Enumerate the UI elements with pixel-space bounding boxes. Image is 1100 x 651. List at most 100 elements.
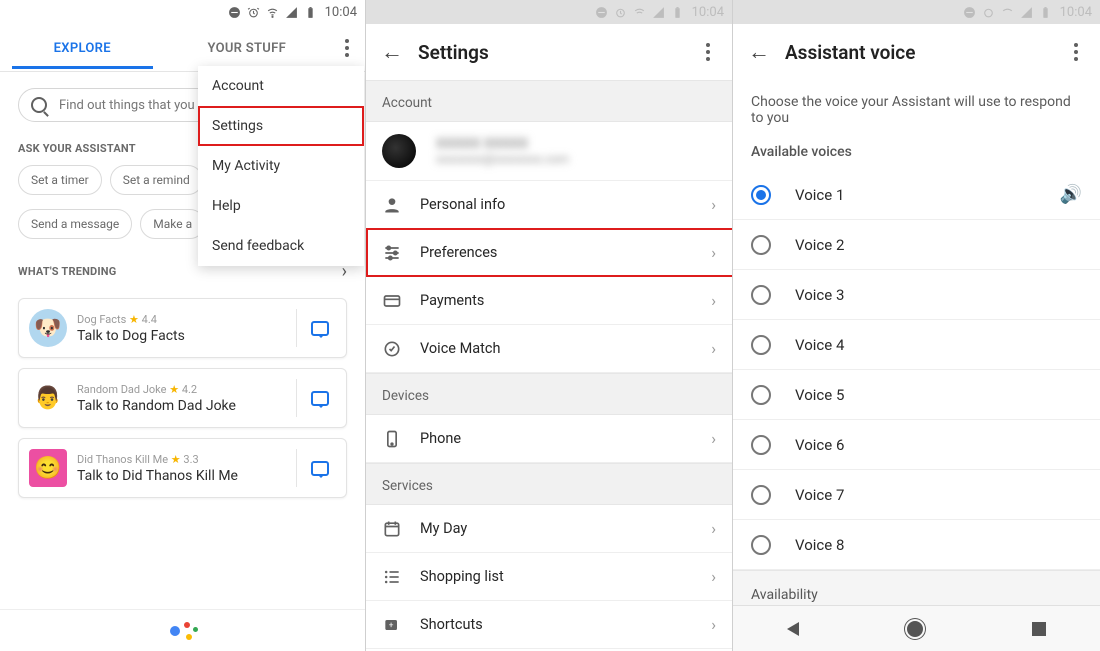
chevron-right-icon: › bbox=[711, 195, 716, 214]
search-placeholder: Find out things that you bbox=[59, 98, 195, 113]
radio-selected[interactable] bbox=[751, 185, 771, 205]
card-meta: Random Dad Joke ★ 4.2 bbox=[77, 383, 290, 396]
app-bar: ← Settings bbox=[366, 24, 732, 80]
assistant-logo-icon[interactable] bbox=[170, 618, 196, 644]
star-icon: ★ bbox=[171, 453, 181, 466]
chat-button[interactable] bbox=[296, 309, 342, 347]
signal-icon bbox=[285, 6, 298, 19]
settings-item-shopping-list[interactable]: Shopping list › bbox=[366, 553, 732, 601]
dnd-icon bbox=[963, 6, 976, 19]
voice-option[interactable]: Voice 7 bbox=[733, 470, 1100, 520]
settings-item-voice-match[interactable]: Voice Match › bbox=[366, 325, 732, 373]
card-avatar: 👨 bbox=[29, 379, 67, 417]
settings-item-payments[interactable]: Payments › bbox=[366, 277, 732, 325]
wifi-icon bbox=[633, 6, 646, 19]
overflow-menu-button[interactable] bbox=[329, 39, 365, 57]
voice-option[interactable]: Voice 1 🔊 bbox=[733, 170, 1100, 220]
radio-unselected[interactable] bbox=[751, 485, 771, 505]
settings-item-my-day[interactable]: My Day › bbox=[366, 505, 732, 553]
settings-item-preferences[interactable]: Preferences › bbox=[366, 229, 732, 277]
chip-make-call[interactable]: Make a bbox=[140, 209, 205, 239]
card-avatar: 🐶 bbox=[29, 309, 67, 347]
back-button[interactable]: ← bbox=[739, 39, 779, 65]
settings-item-shortcuts[interactable]: + Shortcuts › bbox=[366, 601, 732, 649]
tab-your-stuff[interactable]: YOUR STUFF bbox=[165, 27, 330, 68]
chevron-right-icon: › bbox=[711, 429, 716, 448]
voice-option[interactable]: Voice 8 bbox=[733, 520, 1100, 570]
chevron-right-icon: › bbox=[711, 291, 716, 310]
tab-bar: EXPLORE YOUR STUFF bbox=[0, 24, 365, 72]
nav-recent-button[interactable] bbox=[1032, 622, 1046, 636]
svg-text:+: + bbox=[389, 620, 394, 630]
person-icon bbox=[382, 195, 410, 215]
card-title: Talk to Dog Facts bbox=[77, 328, 290, 344]
battery-icon bbox=[671, 6, 684, 19]
voice-option[interactable]: Voice 4 bbox=[733, 320, 1100, 370]
radio-unselected[interactable] bbox=[751, 535, 771, 555]
menu-item-account[interactable]: Account bbox=[198, 66, 364, 106]
menu-item-activity[interactable]: My Activity bbox=[198, 146, 364, 186]
chat-button[interactable] bbox=[296, 449, 342, 487]
card-title: Talk to Did Thanos Kill Me bbox=[77, 468, 290, 484]
app-bar: ← Assistant voice bbox=[733, 24, 1100, 80]
overflow-menu-button[interactable] bbox=[690, 43, 726, 61]
shortcuts-icon: + bbox=[382, 615, 410, 635]
radio-unselected[interactable] bbox=[751, 435, 771, 455]
settings-item-phone[interactable]: Phone › bbox=[366, 415, 732, 463]
voice-option[interactable]: Voice 6 bbox=[733, 420, 1100, 470]
star-icon: ★ bbox=[129, 313, 139, 326]
chat-icon bbox=[311, 461, 329, 476]
nav-home-button[interactable] bbox=[907, 621, 923, 637]
panel-settings: 10:04 ← Settings Account XXXXX XXXXX xxx… bbox=[366, 0, 733, 651]
voice-option[interactable]: Voice 5 bbox=[733, 370, 1100, 420]
chip-set-timer[interactable]: Set a timer bbox=[18, 165, 102, 195]
wifi-icon bbox=[1001, 6, 1014, 19]
page-title: Assistant voice bbox=[779, 41, 1058, 64]
arrow-back-icon: ← bbox=[748, 40, 770, 65]
more-vert-icon bbox=[706, 43, 710, 61]
card-avatar: 😊 bbox=[29, 449, 67, 487]
tab-explore[interactable]: EXPLORE bbox=[0, 27, 165, 68]
available-voices-label: Available voices bbox=[733, 130, 1100, 170]
chip-send-message[interactable]: Send a message bbox=[18, 209, 132, 239]
overflow-menu-button[interactable] bbox=[1058, 43, 1094, 61]
status-bar: 10:04 bbox=[733, 0, 1100, 24]
settings-item-personal-info[interactable]: Personal info › bbox=[366, 181, 732, 229]
subtitle: Choose the voice your Assistant will use… bbox=[733, 80, 1100, 130]
panel-assistant-voice: 10:04 ← Assistant voice Choose the voice… bbox=[733, 0, 1100, 651]
more-vert-icon bbox=[345, 39, 349, 57]
voice-option[interactable]: Voice 3 bbox=[733, 270, 1100, 320]
chip-set-reminder[interactable]: Set a remind bbox=[110, 165, 203, 195]
radio-unselected[interactable] bbox=[751, 285, 771, 305]
menu-item-settings[interactable]: Settings bbox=[198, 106, 364, 146]
chat-button[interactable] bbox=[296, 379, 342, 417]
star-icon: ★ bbox=[169, 383, 179, 396]
card-title: Talk to Random Dad Joke bbox=[77, 398, 290, 414]
section-header-services: Services bbox=[366, 463, 732, 505]
account-row[interactable]: XXXXX XXXXX xxxxxxxx@xxxxxxxx.com bbox=[366, 122, 732, 181]
credit-card-icon bbox=[382, 291, 410, 311]
calendar-icon bbox=[382, 519, 410, 539]
tune-icon bbox=[382, 243, 410, 263]
dnd-icon bbox=[228, 6, 241, 19]
menu-item-help[interactable]: Help bbox=[198, 186, 364, 226]
radio-unselected[interactable] bbox=[751, 385, 771, 405]
card-meta: Dog Facts ★ 4.4 bbox=[77, 313, 290, 326]
wifi-icon bbox=[266, 6, 279, 19]
android-nav-bar bbox=[733, 605, 1100, 651]
trending-card[interactable]: 🐶 Dog Facts ★ 4.4 Talk to Dog Facts bbox=[18, 298, 347, 358]
battery-icon bbox=[1039, 6, 1052, 19]
radio-unselected[interactable] bbox=[751, 335, 771, 355]
page-title: Settings bbox=[412, 41, 690, 64]
trending-card[interactable]: 👨 Random Dad Joke ★ 4.2 Talk to Random D… bbox=[18, 368, 347, 428]
trending-label: WHAT'S TRENDING bbox=[18, 265, 116, 278]
trending-card[interactable]: 😊 Did Thanos Kill Me ★ 3.3 Talk to Did T… bbox=[18, 438, 347, 498]
dnd-icon bbox=[595, 6, 608, 19]
signal-icon bbox=[652, 6, 665, 19]
voice-option[interactable]: Voice 2 bbox=[733, 220, 1100, 270]
back-button[interactable]: ← bbox=[372, 39, 412, 65]
menu-item-feedback[interactable]: Send feedback bbox=[198, 226, 364, 266]
radio-unselected[interactable] bbox=[751, 235, 771, 255]
overflow-menu: Account Settings My Activity Help Send f… bbox=[198, 66, 364, 266]
nav-back-button[interactable] bbox=[787, 622, 799, 636]
